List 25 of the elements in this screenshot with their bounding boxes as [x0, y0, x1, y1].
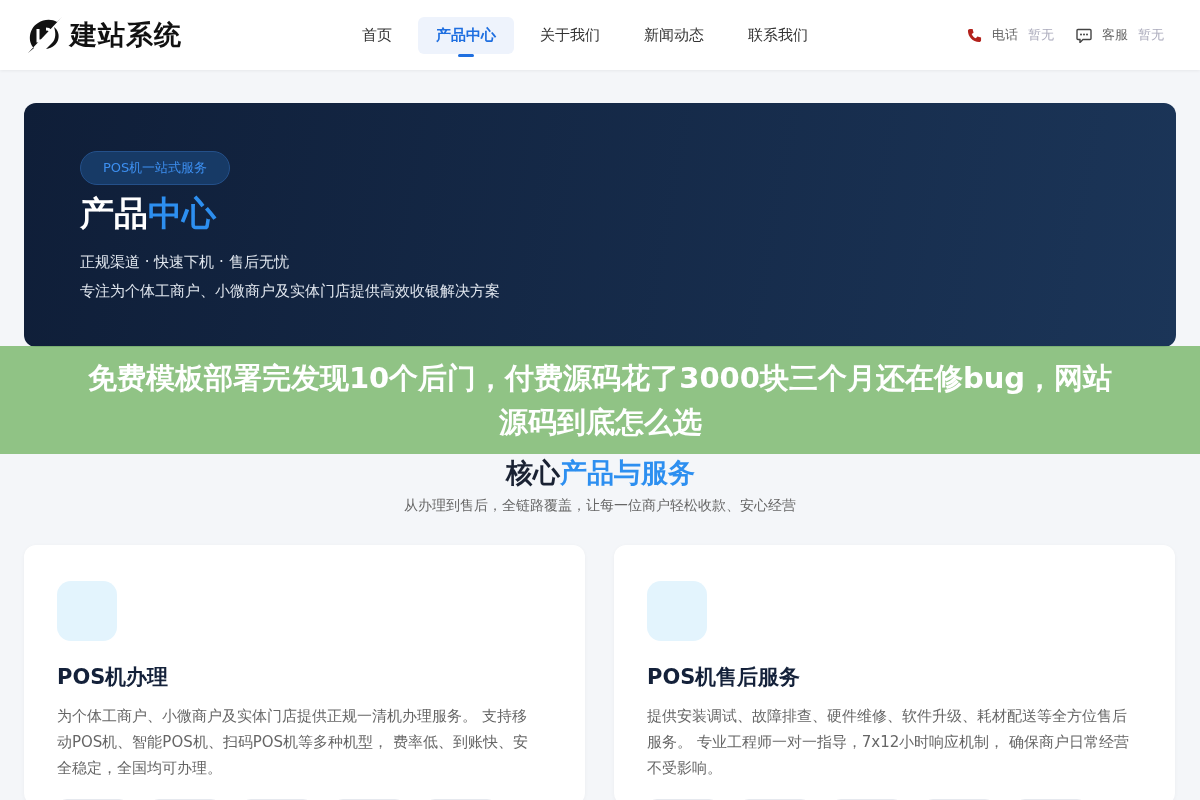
- contact-value: 暂无: [1028, 26, 1054, 44]
- nav-tab[interactable]: 联系我们: [730, 16, 826, 54]
- hero-tagline: 正规渠道 · 快速下机 · 售后无忧: [80, 253, 290, 272]
- contact-label: 电话: [992, 26, 1018, 44]
- logo-text: 建站系统: [70, 18, 182, 52]
- nav-tab[interactable]: 新闻动态: [626, 16, 722, 54]
- nav-tab[interactable]: 产品中心: [418, 16, 514, 54]
- hero-title: 产品中心: [80, 192, 218, 235]
- card-description: 提供安装调试、故障排查、硬件维修、软件升级、耗材配送等全方位售后服务。 专业工程师一对一指导，7x12小时响应机制， 确保商户日常经营不受影响。: [647, 706, 1131, 779]
- hero-description: 专注为个体工商户、小微商户及实体门店提供高效收银解决方案: [80, 282, 501, 301]
- overlay-banner-text: 免费模板部署完发现10个后门，付费源码花了3000块三个月还在修bug，网站源码到底怎么选: [86, 360, 1114, 441]
- phone-icon: [967, 27, 982, 43]
- chat-icon: [1076, 27, 1092, 43]
- section-title: 核心产品与服务: [504, 457, 696, 489]
- icon-tile: [57, 581, 117, 641]
- contact-label: 客服: [1102, 26, 1128, 44]
- nav-tab[interactable]: 首页: [344, 16, 410, 54]
- contact-value: 暂无: [1138, 26, 1164, 44]
- hero-badge: POS机一站式服务: [80, 151, 231, 185]
- card-title: POS机售后服务: [647, 664, 802, 691]
- section-subtitle: 从办理到售后，全链路覆盖，让每一位商户轻松收款、安心经营: [403, 497, 797, 515]
- card-description: 为个体工商户、小微商户及实体门店提供正规一清机办理服务。 支持移动POS机、智能POS机、扫码POS机等多种机型， 费率低、到账快、安全稳定，全国均可办理。: [57, 706, 529, 779]
- icon-tile: [647, 581, 707, 641]
- card-title: POS机办理: [57, 664, 170, 691]
- nav-tab[interactable]: 关于我们: [522, 16, 618, 54]
